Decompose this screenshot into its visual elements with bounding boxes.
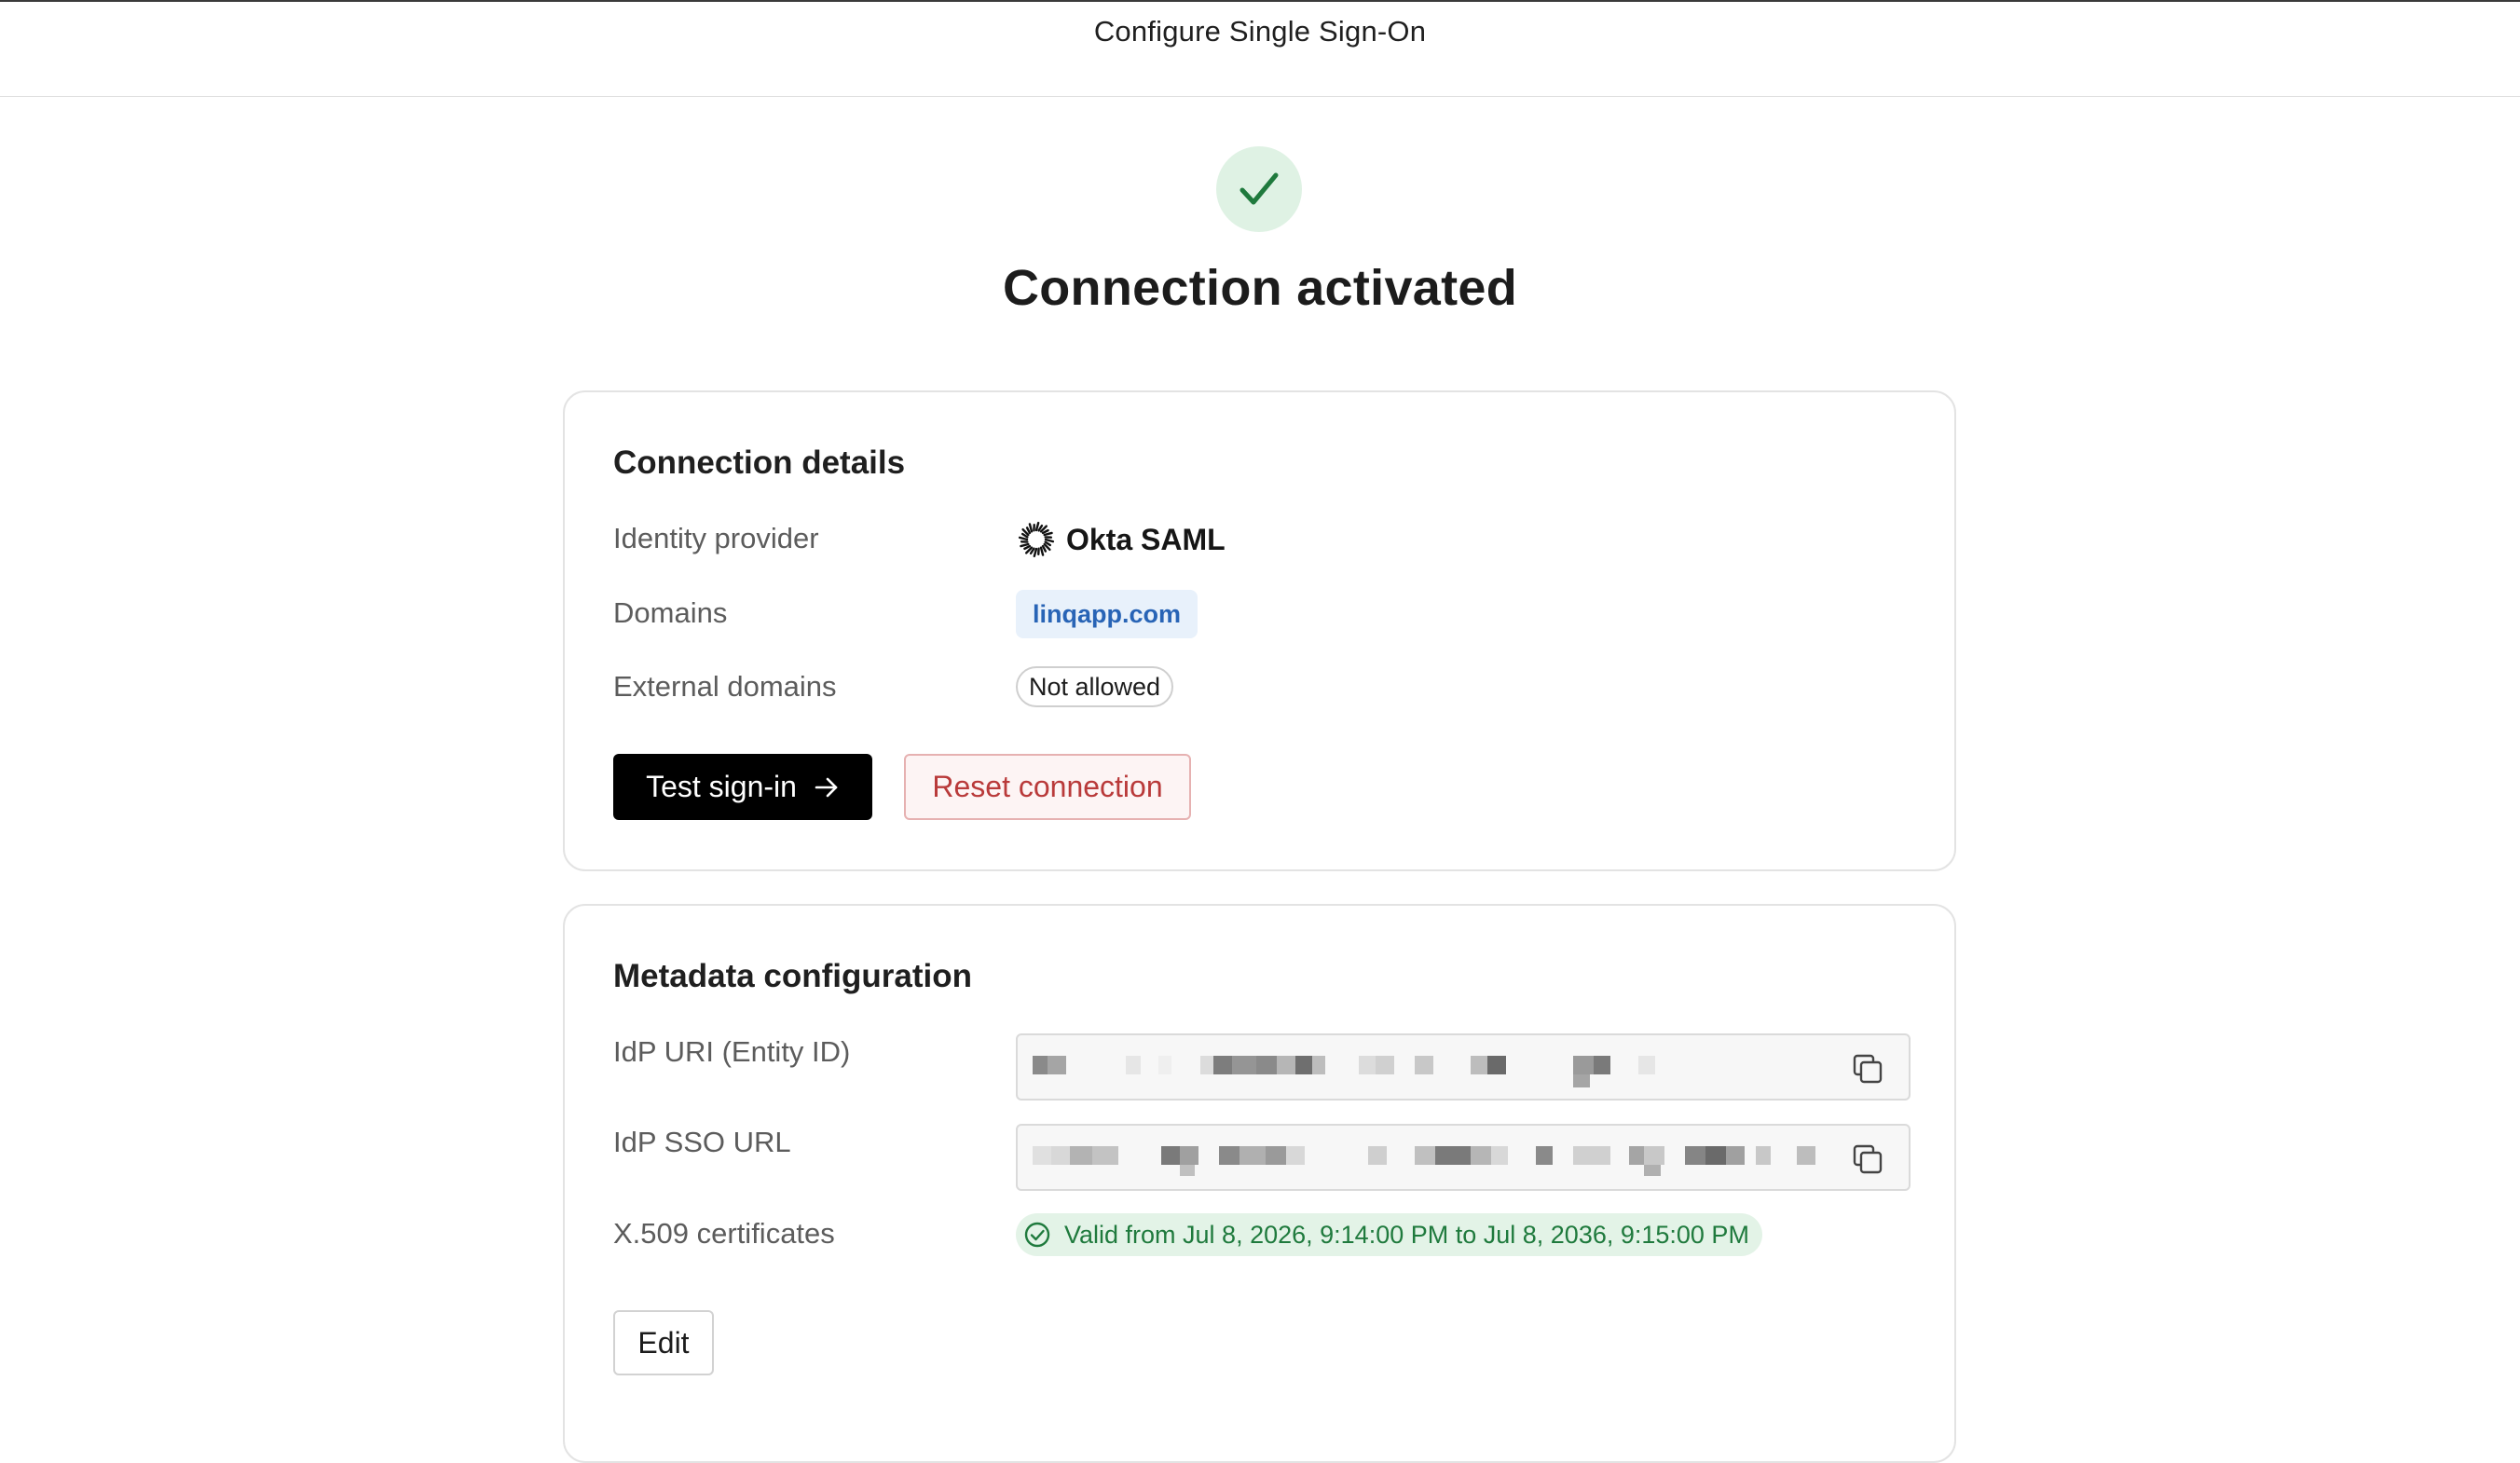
edit-button[interactable]: Edit bbox=[613, 1310, 714, 1375]
top-bar: Configure Single Sign-On bbox=[0, 0, 2520, 97]
idp-uri-label: IdP URI (Entity ID) bbox=[613, 1035, 850, 1069]
check-circle-icon bbox=[1023, 1221, 1051, 1249]
identity-provider-label: Identity provider bbox=[613, 522, 819, 555]
metadata-configuration-title: Metadata configuration bbox=[613, 958, 972, 995]
identity-provider-value: Okta SAML bbox=[1018, 521, 1226, 558]
metadata-configuration-card: Metadata configuration IdP URI (Entity I… bbox=[563, 904, 1956, 1463]
idp-sso-url-field[interactable] bbox=[1016, 1124, 1911, 1191]
copy-idp-uri-button[interactable] bbox=[1851, 1052, 1884, 1086]
connection-details-title: Connection details bbox=[613, 444, 905, 482]
connection-details-card: Connection details Identity provider Okt… bbox=[563, 390, 1956, 871]
check-icon bbox=[1238, 168, 1281, 211]
domain-chip: linqapp.com bbox=[1016, 590, 1198, 638]
external-domains-badge: Not allowed bbox=[1016, 666, 1173, 707]
okta-logo-icon bbox=[1018, 521, 1055, 558]
page-title: Configure Single Sign-On bbox=[0, 15, 2520, 48]
certificate-status-badge: Valid from Jul 8, 2026, 9:14:00 PM to Ju… bbox=[1016, 1213, 1762, 1256]
identity-provider-name: Okta SAML bbox=[1066, 523, 1226, 557]
arrow-right-icon bbox=[814, 774, 840, 800]
idp-uri-field[interactable] bbox=[1016, 1033, 1911, 1101]
redacted-value bbox=[1033, 1056, 1834, 1093]
status-heading: Connection activated bbox=[0, 259, 2520, 317]
external-domains-label: External domains bbox=[613, 670, 837, 704]
redacted-value bbox=[1033, 1146, 1834, 1183]
success-badge bbox=[1216, 146, 1302, 232]
copy-icon bbox=[1851, 1142, 1884, 1176]
test-signin-button[interactable]: Test sign-in bbox=[613, 754, 872, 820]
domains-label: Domains bbox=[613, 596, 727, 630]
test-signin-label: Test sign-in bbox=[646, 770, 797, 804]
copy-idp-sso-url-button[interactable] bbox=[1851, 1142, 1884, 1176]
certificate-status-text: Valid from Jul 8, 2026, 9:14:00 PM to Ju… bbox=[1064, 1221, 1749, 1250]
idp-sso-url-label: IdP SSO URL bbox=[613, 1126, 791, 1159]
copy-icon bbox=[1851, 1052, 1884, 1086]
x509-certificates-label: X.509 certificates bbox=[613, 1217, 835, 1251]
reset-connection-button[interactable]: Reset connection bbox=[904, 754, 1191, 820]
